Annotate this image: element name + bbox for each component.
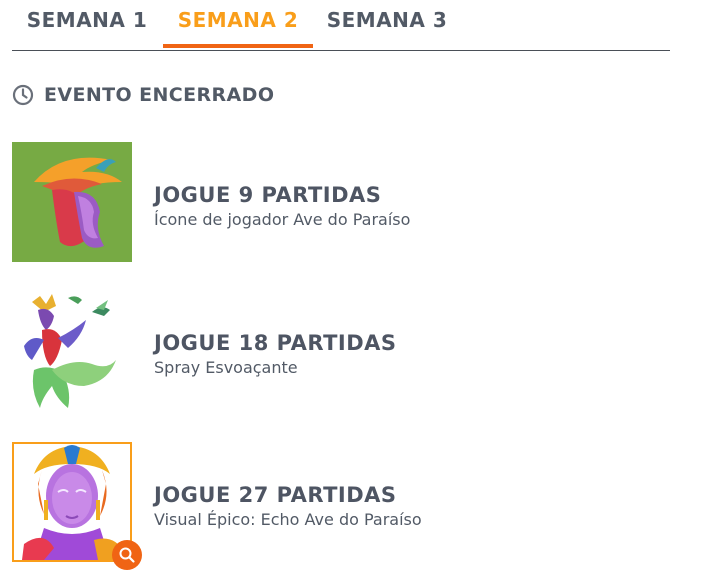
zoom-button[interactable]: [112, 540, 142, 570]
week-tabs: SEMANA 1 SEMANA 2 SEMANA 3: [12, 0, 670, 51]
reward-title: JOGUE 27 PARTIDAS: [154, 483, 397, 507]
reward-row: JOGUE 9 PARTIDAS Ícone de jogador Ave do…: [12, 142, 672, 262]
magnifier-icon: [119, 547, 135, 563]
reward-row: JOGUE 27 PARTIDAS Visual Épico: Echo Ave…: [12, 442, 672, 570]
player-icon-thumbnail[interactable]: [12, 142, 132, 262]
tab-week-1[interactable]: SEMANA 1: [12, 0, 162, 48]
player-icon-image: [12, 142, 132, 262]
reward-text: JOGUE 27 PARTIDAS Visual Épico: Echo Ave…: [154, 482, 422, 531]
epic-skin-image: [14, 444, 130, 560]
spray-thumbnail[interactable]: [12, 290, 132, 410]
reward-row: JOGUE 18 PARTIDAS Spray Esvoaçante: [12, 290, 672, 410]
reward-subtitle: Spray Esvoaçante: [154, 358, 298, 377]
tab-week-3[interactable]: SEMANA 3: [312, 0, 462, 48]
reward-text: JOGUE 18 PARTIDAS Spray Esvoaçante: [154, 330, 397, 379]
reward-title: JOGUE 9 PARTIDAS: [154, 183, 382, 207]
event-status: EVENTO ENCERRADO: [12, 82, 274, 108]
reward-subtitle: Ícone de jogador Ave do Paraíso: [154, 210, 411, 229]
tab-week-2[interactable]: SEMANA 2: [163, 0, 313, 48]
challenge-page: SEMANA 1 SEMANA 2 SEMANA 3 EVENTO ENCERR…: [0, 0, 703, 574]
reward-title: JOGUE 18 PARTIDAS: [154, 331, 397, 355]
event-status-text: EVENTO ENCERRADO: [44, 84, 275, 106]
reward-subtitle: Visual Épico: Echo Ave do Paraíso: [154, 510, 422, 529]
epic-skin-thumbnail[interactable]: [12, 442, 132, 562]
clock-icon: [12, 84, 34, 106]
spray-image: [12, 290, 132, 410]
reward-text: JOGUE 9 PARTIDAS Ícone de jogador Ave do…: [154, 182, 410, 231]
